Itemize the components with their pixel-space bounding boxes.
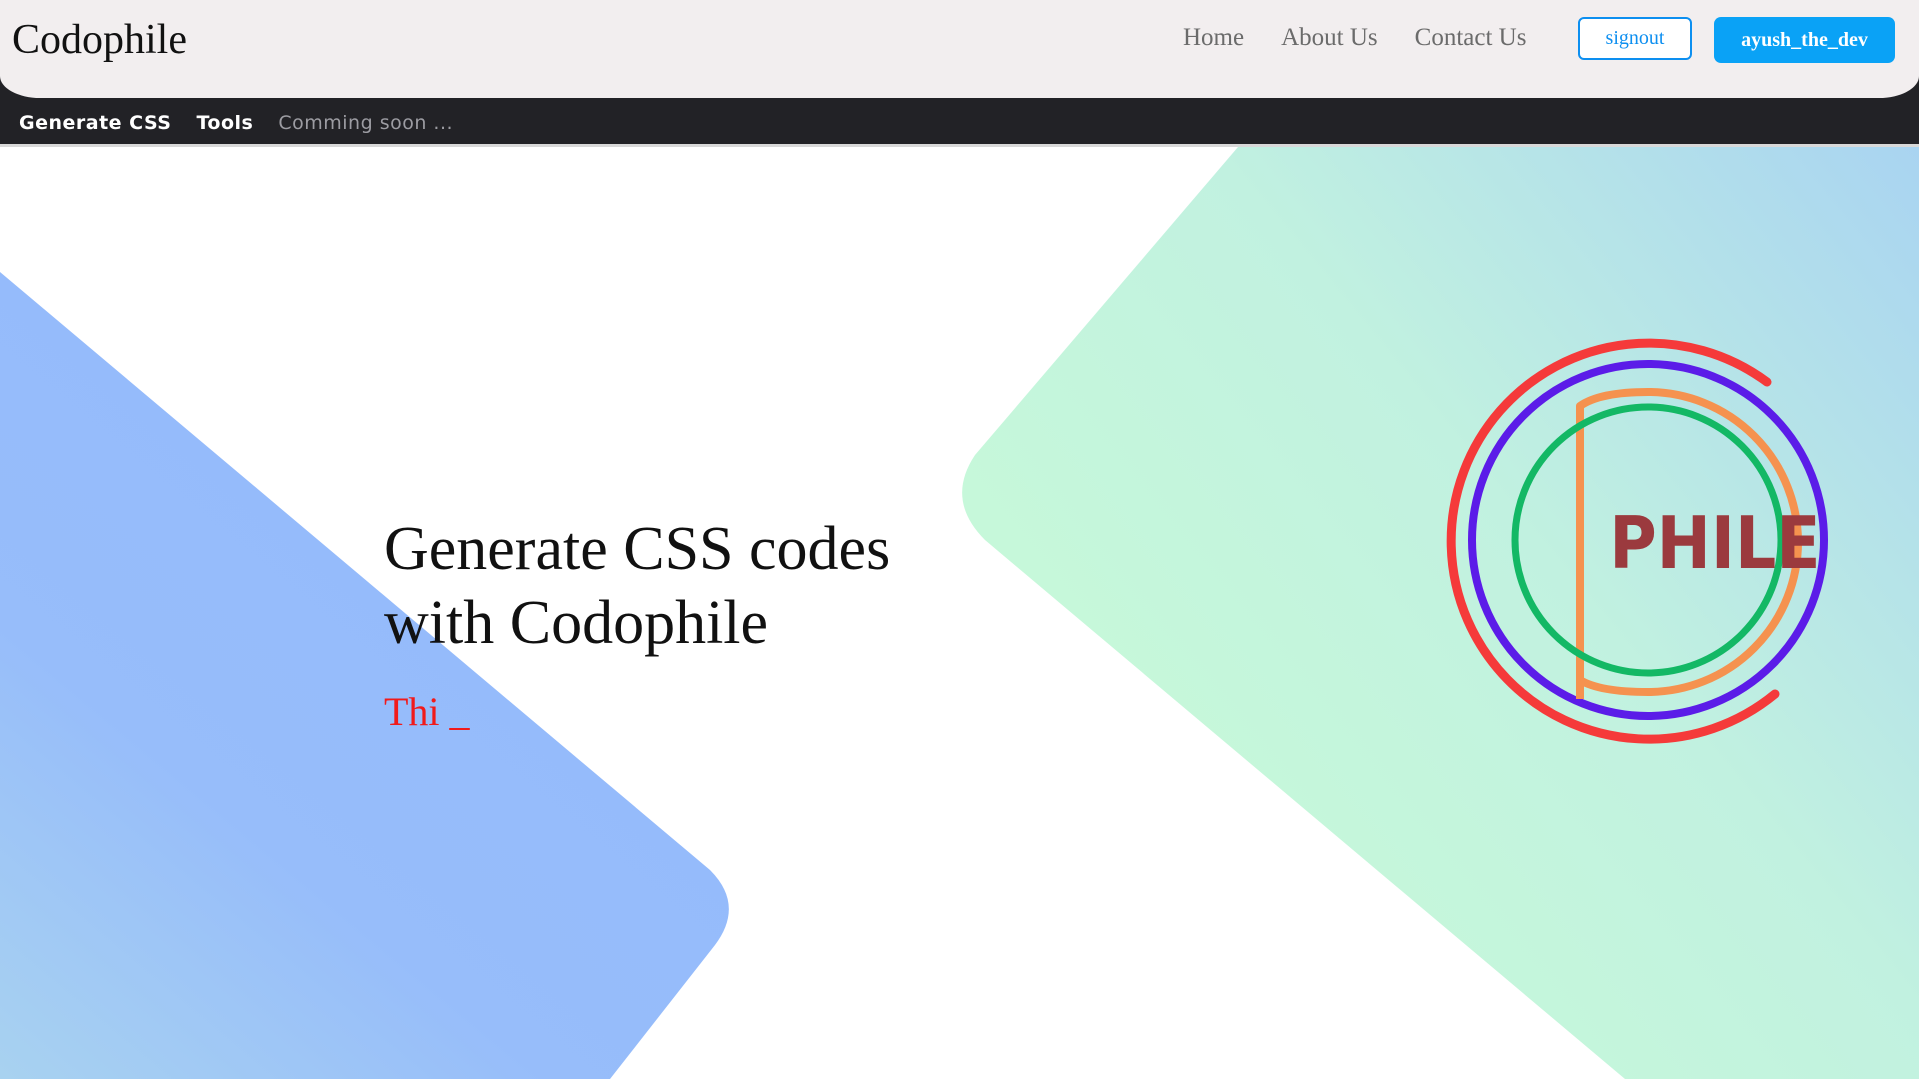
nav-about-us[interactable]: About Us <box>1281 24 1378 52</box>
page: Codophile Home About Us Contact Us signo… <box>0 0 1919 1079</box>
signout-button[interactable]: signout <box>1578 17 1692 60</box>
subnav-tools[interactable]: Tools <box>196 112 253 134</box>
subnav-generate-css[interactable]: Generate CSS <box>19 112 171 134</box>
logo-text: PHILE <box>1609 502 1820 586</box>
main-nav: Home About Us Contact Us <box>1183 24 1563 52</box>
user-profile-button[interactable]: ayush_the_dev <box>1714 17 1895 63</box>
left-blue-shape <box>0 272 729 1079</box>
nav-contact-us[interactable]: Contact Us <box>1415 24 1527 52</box>
secondary-nav: Generate CSS Tools Comming soon ... <box>19 112 478 134</box>
typing-text: Thi _ <box>384 689 470 734</box>
top-header: Codophile Home About Us Contact Us signo… <box>0 0 1919 98</box>
subnav-coming-soon: Comming soon ... <box>278 112 454 134</box>
nav-divider <box>0 144 1919 147</box>
codophile-logo-image: PHILE <box>1446 338 1828 744</box>
brand-logo-text[interactable]: Codophile <box>12 16 187 64</box>
hero-title: Generate CSS codes with Codophile <box>384 515 891 657</box>
nav-home[interactable]: Home <box>1183 24 1244 52</box>
